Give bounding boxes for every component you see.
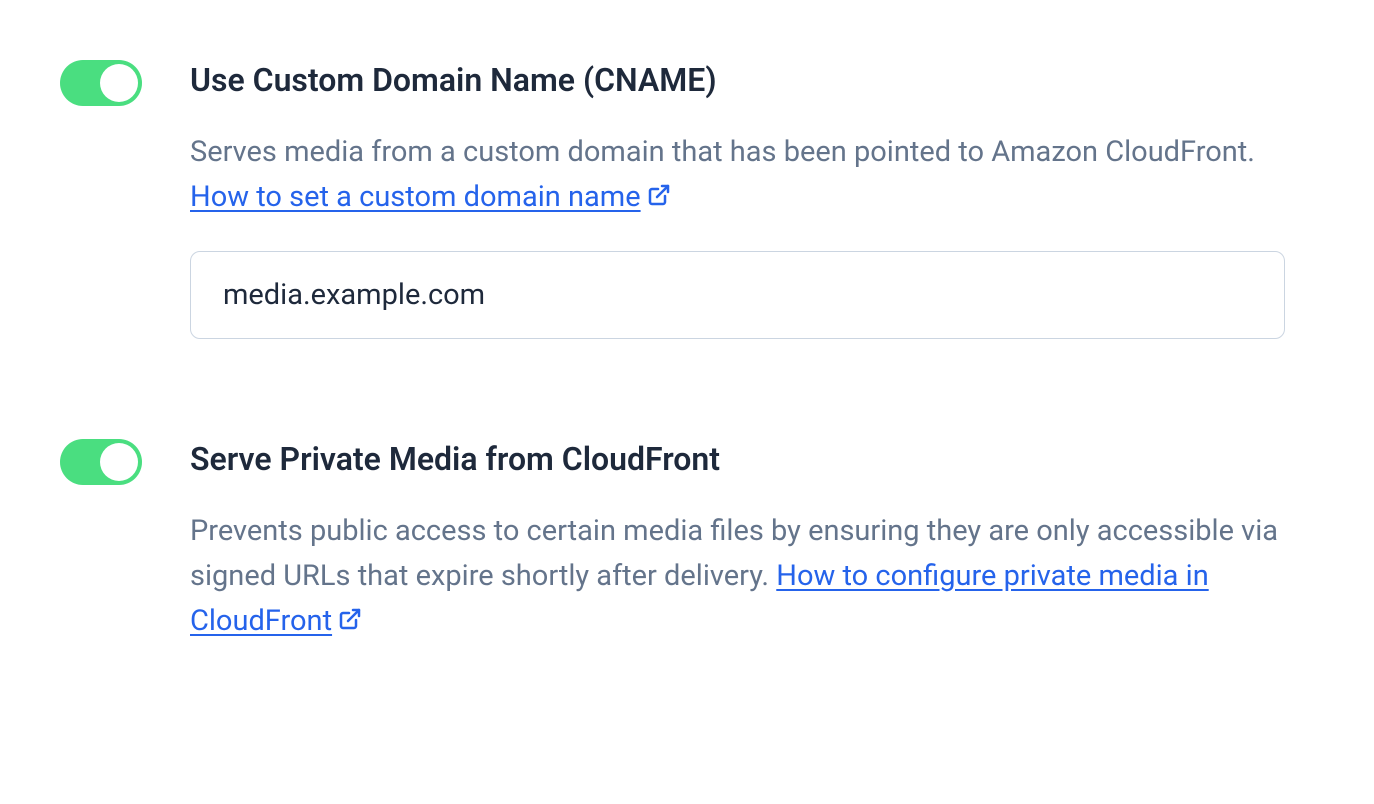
setting-custom-domain: Use Custom Domain Name (CNAME) Serves me…: [60, 60, 1314, 339]
setting-content: Use Custom Domain Name (CNAME) Serves me…: [190, 60, 1314, 339]
setting-description: Serves media from a custom domain that h…: [190, 130, 1314, 220]
custom-domain-help-link[interactable]: How to set a custom domain name: [190, 180, 641, 214]
setting-title: Serve Private Media from CloudFront: [190, 439, 1314, 481]
setting-description: Prevents public access to certain media …: [190, 509, 1314, 644]
custom-domain-toggle[interactable]: [60, 60, 142, 106]
setting-content: Serve Private Media from CloudFront Prev…: [190, 439, 1314, 643]
toggle-knob: [100, 64, 138, 102]
custom-domain-input[interactable]: [190, 251, 1285, 339]
description-text: Serves media from a custom domain that h…: [190, 135, 1255, 169]
setting-private-media: Serve Private Media from CloudFront Prev…: [60, 439, 1314, 643]
toggle-wrapper: [60, 439, 142, 485]
setting-title: Use Custom Domain Name (CNAME): [190, 60, 1314, 102]
toggle-wrapper: [60, 60, 142, 106]
toggle-knob: [100, 443, 138, 481]
external-link-icon: [647, 176, 671, 221]
help-link-text: How to set a custom domain name: [190, 180, 641, 214]
private-media-toggle[interactable]: [60, 439, 142, 485]
external-link-icon: [338, 600, 362, 645]
